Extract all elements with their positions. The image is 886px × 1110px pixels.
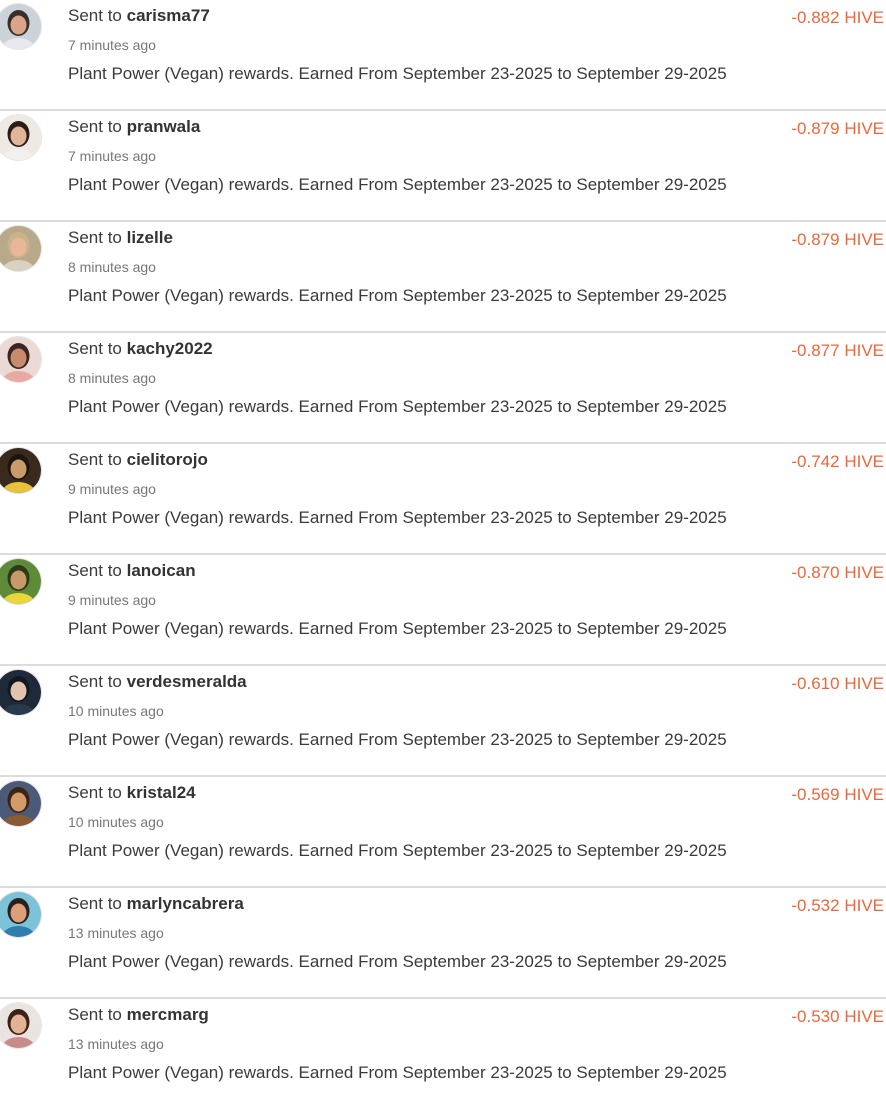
transfer-amount: -0.532 HIVE: [791, 896, 884, 915]
avatar-image: [0, 226, 41, 271]
transfer-recipient-line: Sent to lanoican: [68, 561, 196, 581]
transfer-timestamp: 8 minutes ago: [68, 370, 156, 386]
avatar[interactable]: [0, 226, 41, 271]
transfer-timestamp: 9 minutes ago: [68, 481, 156, 497]
avatar-image: [0, 892, 41, 937]
transfer-amount: -0.882 HIVE: [791, 8, 884, 27]
sent-to-label: Sent to: [68, 117, 122, 136]
transfer-recipient-line: Sent to cielitorojo: [68, 450, 208, 470]
transfer-row: Sent to pranwala 7 minutes ago Plant Pow…: [0, 111, 886, 222]
recipient-username-link[interactable]: kristal24: [127, 783, 196, 802]
transfer-amount: -0.877 HIVE: [791, 341, 884, 360]
transfer-memo: Plant Power (Vegan) rewards. Earned From…: [68, 175, 727, 194]
transfer-amount: -0.530 HIVE: [791, 1007, 884, 1026]
avatar-image: [0, 115, 41, 160]
transfer-timestamp: 9 minutes ago: [68, 592, 156, 608]
sent-to-label: Sent to: [68, 450, 122, 469]
transfer-amount: -0.569 HIVE: [791, 785, 884, 804]
transfer-timestamp: 7 minutes ago: [68, 148, 156, 164]
avatar[interactable]: [0, 337, 41, 382]
recipient-username-link[interactable]: marlyncabrera: [127, 894, 244, 913]
transfer-amount: -0.879 HIVE: [791, 230, 884, 249]
transfer-amount: -0.879 HIVE: [791, 119, 884, 138]
transfer-row: Sent to marlyncabrera 13 minutes ago Pla…: [0, 888, 886, 999]
recipient-username-link[interactable]: kachy2022: [127, 339, 213, 358]
transfer-row: Sent to verdesmeralda 10 minutes ago Pla…: [0, 666, 886, 777]
transfer-amount: -0.610 HIVE: [791, 674, 884, 693]
transfer-recipient-line: Sent to carisma77: [68, 6, 210, 26]
avatar[interactable]: [0, 559, 41, 604]
transfer-row: Sent to cielitorojo 9 minutes ago Plant …: [0, 444, 886, 555]
recipient-username-link[interactable]: carisma77: [127, 6, 210, 25]
avatar[interactable]: [0, 781, 41, 826]
avatar-image: [0, 559, 41, 604]
transfer-list: Sent to carisma77 7 minutes ago Plant Po…: [0, 0, 886, 1110]
sent-to-label: Sent to: [68, 339, 122, 358]
transfer-memo: Plant Power (Vegan) rewards. Earned From…: [68, 1063, 727, 1082]
transfer-recipient-line: Sent to marlyncabrera: [68, 894, 244, 914]
transfer-timestamp: 10 minutes ago: [68, 703, 164, 719]
transfer-row: Sent to kachy2022 8 minutes ago Plant Po…: [0, 333, 886, 444]
sent-to-label: Sent to: [68, 894, 122, 913]
transfer-memo: Plant Power (Vegan) rewards. Earned From…: [68, 397, 727, 416]
transfer-memo: Plant Power (Vegan) rewards. Earned From…: [68, 619, 727, 638]
sent-to-label: Sent to: [68, 561, 122, 580]
avatar-image: [0, 1003, 41, 1048]
transfer-recipient-line: Sent to lizelle: [68, 228, 173, 248]
sent-to-label: Sent to: [68, 1005, 122, 1024]
avatar-image: [0, 448, 41, 493]
transfer-timestamp: 10 minutes ago: [68, 814, 164, 830]
transfer-timestamp: 8 minutes ago: [68, 259, 156, 275]
transfer-recipient-line: Sent to kachy2022: [68, 339, 213, 359]
avatar-image: [0, 670, 41, 715]
avatar[interactable]: [0, 1003, 41, 1048]
sent-to-label: Sent to: [68, 228, 122, 247]
recipient-username-link[interactable]: lizelle: [127, 228, 173, 247]
transfer-timestamp: 13 minutes ago: [68, 925, 164, 941]
recipient-username-link[interactable]: mercmarg: [127, 1005, 209, 1024]
transfer-row: Sent to lanoican 9 minutes ago Plant Pow…: [0, 555, 886, 666]
avatar[interactable]: [0, 448, 41, 493]
avatar-image: [0, 781, 41, 826]
avatar-image: [0, 337, 41, 382]
recipient-username-link[interactable]: pranwala: [127, 117, 201, 136]
sent-to-label: Sent to: [68, 6, 122, 25]
transfer-row: Sent to mercmarg 13 minutes ago Plant Po…: [0, 999, 886, 1110]
recipient-username-link[interactable]: lanoican: [127, 561, 196, 580]
avatar[interactable]: [0, 4, 41, 49]
sent-to-label: Sent to: [68, 672, 122, 691]
transfer-recipient-line: Sent to kristal24: [68, 783, 196, 803]
transfer-timestamp: 13 minutes ago: [68, 1036, 164, 1052]
transfer-row: Sent to lizelle 8 minutes ago Plant Powe…: [0, 222, 886, 333]
transfer-memo: Plant Power (Vegan) rewards. Earned From…: [68, 952, 727, 971]
transfer-row: Sent to kristal24 10 minutes ago Plant P…: [0, 777, 886, 888]
transfer-memo: Plant Power (Vegan) rewards. Earned From…: [68, 841, 727, 860]
avatar[interactable]: [0, 892, 41, 937]
sent-to-label: Sent to: [68, 783, 122, 802]
transfer-amount: -0.870 HIVE: [791, 563, 884, 582]
recipient-username-link[interactable]: verdesmeralda: [127, 672, 247, 691]
transfer-memo: Plant Power (Vegan) rewards. Earned From…: [68, 286, 727, 305]
avatar-image: [0, 4, 41, 49]
transfer-timestamp: 7 minutes ago: [68, 37, 156, 53]
transfer-recipient-line: Sent to verdesmeralda: [68, 672, 247, 692]
transfer-recipient-line: Sent to mercmarg: [68, 1005, 209, 1025]
transfer-amount: -0.742 HIVE: [791, 452, 884, 471]
avatar[interactable]: [0, 115, 41, 160]
transfer-recipient-line: Sent to pranwala: [68, 117, 200, 137]
transfer-memo: Plant Power (Vegan) rewards. Earned From…: [68, 508, 727, 527]
transfer-memo: Plant Power (Vegan) rewards. Earned From…: [68, 64, 727, 83]
transfer-row: Sent to carisma77 7 minutes ago Plant Po…: [0, 0, 886, 111]
recipient-username-link[interactable]: cielitorojo: [127, 450, 208, 469]
transfer-memo: Plant Power (Vegan) rewards. Earned From…: [68, 730, 727, 749]
avatar[interactable]: [0, 670, 41, 715]
